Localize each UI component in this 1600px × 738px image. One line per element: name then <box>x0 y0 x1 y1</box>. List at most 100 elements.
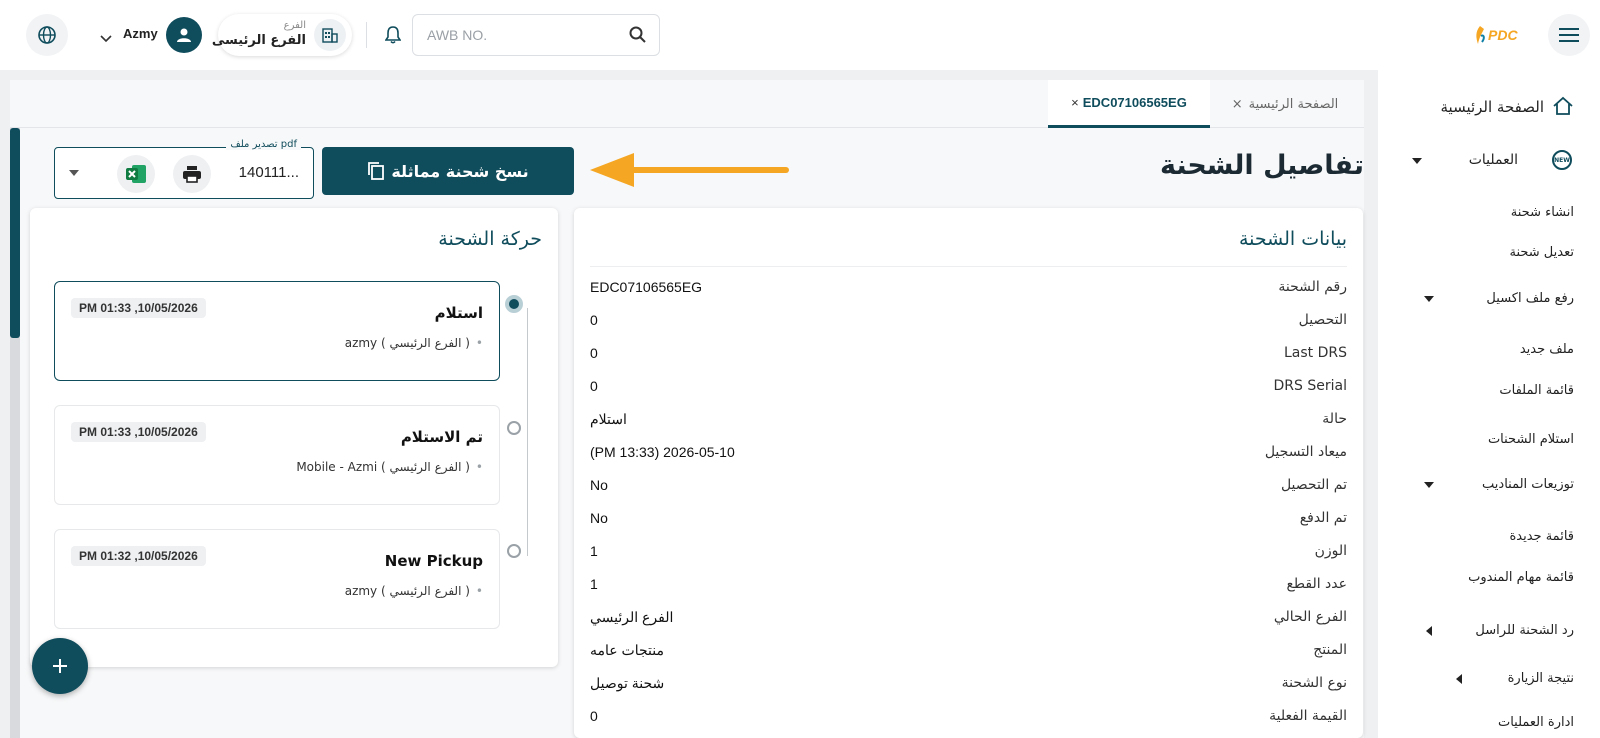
sidebar-item-edit-shipment[interactable]: تعديل شحنة <box>1510 245 1575 260</box>
sidebar-item-new-list[interactable]: قائمة جديدة <box>1509 529 1574 544</box>
sidebar-item-visit-result[interactable]: نتيجة الزيارة <box>1508 671 1574 686</box>
sidebar: الصفحة الرئيسية العمليات NEW انشاء شحنة … <box>1378 70 1600 738</box>
timeline-event[interactable]: New Pickup azmy ( الفرع الرئيسي ) PM 01:32… <box>54 529 500 629</box>
menu-button[interactable] <box>1548 14 1590 56</box>
sidebar-item-home[interactable]: الصفحة الرئيسية <box>1441 98 1545 116</box>
sidebar-item-label: قائمة مهام المندوب <box>1468 570 1574 585</box>
detail-label: عدد القطع <box>1286 576 1347 592</box>
detail-label: Last DRS <box>1283 345 1347 361</box>
sidebar-item-label: توزيعات المناديب <box>1482 477 1574 492</box>
detail-label: حالة <box>1322 411 1347 427</box>
timeline-event[interactable]: تم الاستلام Mobile - Azmi ( الفرع الرئيسي… <box>54 405 500 505</box>
brand-logo: PDC <box>1472 24 1534 46</box>
detail-label: الوزن <box>1314 543 1347 559</box>
detail-label: ميعاد التسجيل <box>1264 444 1347 460</box>
user-icon <box>177 28 191 42</box>
sidebar-item-label: رد الشحنة للراسل <box>1475 623 1574 638</box>
print-button[interactable] <box>173 155 211 193</box>
topbar-divider <box>366 22 367 48</box>
detail-label: التحصيل <box>1298 312 1347 328</box>
event-title: استلام <box>434 304 483 322</box>
chevron-left-icon[interactable] <box>1456 674 1462 684</box>
sidebar-item-label: قائمة جديدة <box>1509 529 1574 544</box>
menu-icon <box>1559 28 1579 42</box>
event-time: PM 01:33 ,10/05/2026 <box>71 298 206 318</box>
awb-search-input[interactable] <box>427 15 617 55</box>
copy-icon <box>368 162 385 180</box>
search-icon[interactable] <box>629 26 647 44</box>
print-icon <box>183 166 201 183</box>
event-title: New Pickup <box>384 552 483 570</box>
excel-icon <box>126 165 146 183</box>
plus-icon <box>53 659 67 673</box>
sidebar-item-label: استلام الشحنات <box>1487 432 1574 447</box>
sidebar-item-operations-management[interactable]: ادارة العمليات <box>1498 715 1574 730</box>
chevron-down-icon[interactable] <box>1412 158 1422 164</box>
event-title: تم الاستلام <box>400 428 483 446</box>
language-button[interactable] <box>26 14 68 56</box>
brand-logo-text: PDC <box>1488 27 1518 43</box>
sidebar-item-files-list[interactable]: قائمة الملفات <box>1499 383 1574 398</box>
sidebar-item-upload-excel[interactable]: رفع ملف اكسيل <box>1486 291 1574 306</box>
home-icon <box>1553 96 1573 115</box>
awb-search-box[interactable] <box>412 14 660 56</box>
sidebar-item-receive-shipments[interactable]: استلام الشحنات <box>1488 432 1574 447</box>
chevron-down-icon[interactable] <box>1424 482 1434 488</box>
detail-label: الفرع الحالي <box>1273 609 1347 625</box>
globe-icon <box>38 26 56 44</box>
username-label[interactable]: Azmy <box>123 26 158 41</box>
scrollbar-thumb[interactable] <box>10 128 20 338</box>
tab-label: الصفحة الرئيسية <box>1248 96 1339 112</box>
detail-label: نوع الشحنة <box>1281 675 1347 691</box>
detail-value: منتجات عامه <box>590 642 664 658</box>
sidebar-item-return-to-sender[interactable]: رد الشحنة للراسل <box>1475 623 1574 638</box>
sidebar-item-courier-distributions[interactable]: توزيعات المناديب <box>1482 477 1574 492</box>
excel-export-button[interactable] <box>117 155 155 193</box>
shipment-movement-card: حركة الشحنة استلام azmy ( الفرع الرئيسي )… <box>30 208 558 667</box>
detail-label: DRS Serial <box>1273 378 1347 394</box>
detail-value: 0 <box>590 312 598 328</box>
detail-value: No <box>590 477 608 493</box>
sidebar-item-label: رفع ملف اكسيل <box>1486 291 1574 306</box>
export-pdf-value[interactable]: 140111... <box>239 164 299 181</box>
new-badge-icon: NEW <box>1552 150 1572 170</box>
sidebar-item-courier-tasks[interactable]: قائمة مهام المندوب <box>1468 570 1574 585</box>
detail-value: 1 <box>590 576 598 592</box>
tab-home[interactable]: × الصفحة الرئيسية <box>1222 80 1348 128</box>
timeline-event[interactable]: استلام azmy ( الفرع الرئيسي ) PM 01:33 ,10… <box>54 281 500 381</box>
sidebar-item-operations[interactable]: العمليات <box>1469 152 1518 168</box>
detail-value: استلام <box>590 411 627 427</box>
user-avatar[interactable] <box>166 17 202 53</box>
export-pdf-select[interactable]: تصدير ملف pdf 140111... <box>54 139 314 199</box>
add-fab-button[interactable] <box>32 638 88 694</box>
detail-label: رقم الشحنة <box>1278 279 1347 295</box>
close-icon[interactable]: × <box>1071 95 1079 110</box>
user-menu-chevron-icon[interactable] <box>100 28 112 47</box>
detail-value: 0 <box>590 345 598 361</box>
detail-value: EDC07106565EG <box>590 279 703 295</box>
close-icon[interactable]: × <box>1232 97 1243 112</box>
notifications-button[interactable] <box>380 22 406 48</box>
copy-similar-shipment-button[interactable]: نسخ شحنة مماثلة <box>322 147 574 195</box>
shipment-movement-title: حركة الشحنة <box>438 228 542 250</box>
sidebar-item-label: تعديل شحنة <box>1509 245 1575 260</box>
event-time: PM 01:32 ,10/05/2026 <box>71 546 206 566</box>
sidebar-item-label: انشاء شحنة <box>1510 205 1574 220</box>
timeline-dot <box>507 421 521 435</box>
sidebar-item-new-file[interactable]: ملف جديد <box>1520 342 1574 357</box>
branch-selector[interactable]: الفرع الفرع الرئيسى <box>212 14 352 56</box>
dropdown-arrow-icon[interactable] <box>69 170 79 176</box>
building-icon <box>314 19 346 51</box>
chevron-left-icon[interactable] <box>1426 626 1432 636</box>
sidebar-item-label: ملف جديد <box>1519 342 1574 357</box>
branch-value: الفرع الرئيسى <box>211 33 306 48</box>
timeline-dot <box>507 544 521 558</box>
sidebar-item-label: نتيجة الزيارة <box>1507 671 1574 686</box>
chevron-down-icon[interactable] <box>1424 296 1434 302</box>
detail-label: تم الدفع <box>1299 510 1347 526</box>
tab-shipment[interactable]: × EDC07106565EG <box>1048 80 1210 128</box>
detail-value: (PM 13:33) 2026-05-10 <box>590 444 735 460</box>
timeline-line <box>527 308 528 556</box>
sidebar-item-create-shipment[interactable]: انشاء شحنة <box>1511 205 1574 220</box>
tab-label: EDC07106565EG <box>1082 95 1187 110</box>
